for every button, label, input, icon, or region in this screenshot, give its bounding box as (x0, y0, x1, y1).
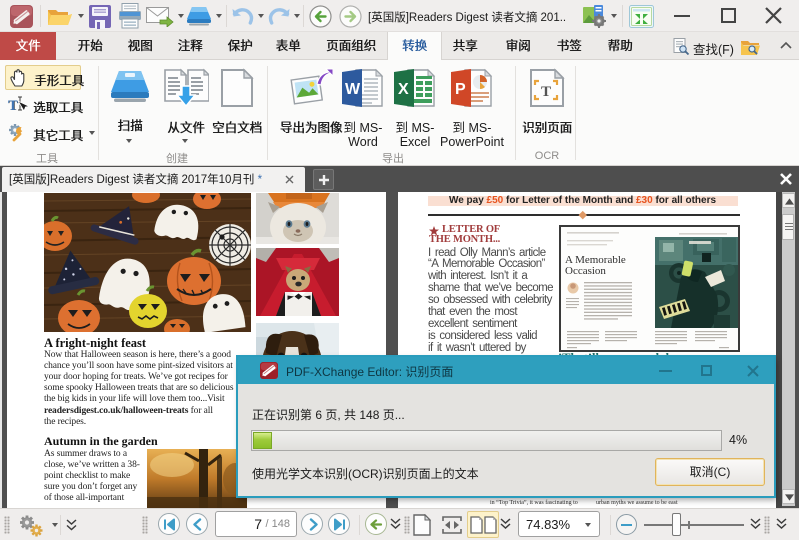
svg-text:P: P (455, 81, 466, 98)
svg-text:W: W (345, 81, 361, 98)
svg-text:Occasion: Occasion (565, 265, 606, 277)
svg-text:T: T (541, 84, 551, 100)
svg-text:T: T (8, 98, 18, 114)
svg-text:X: X (398, 81, 409, 98)
